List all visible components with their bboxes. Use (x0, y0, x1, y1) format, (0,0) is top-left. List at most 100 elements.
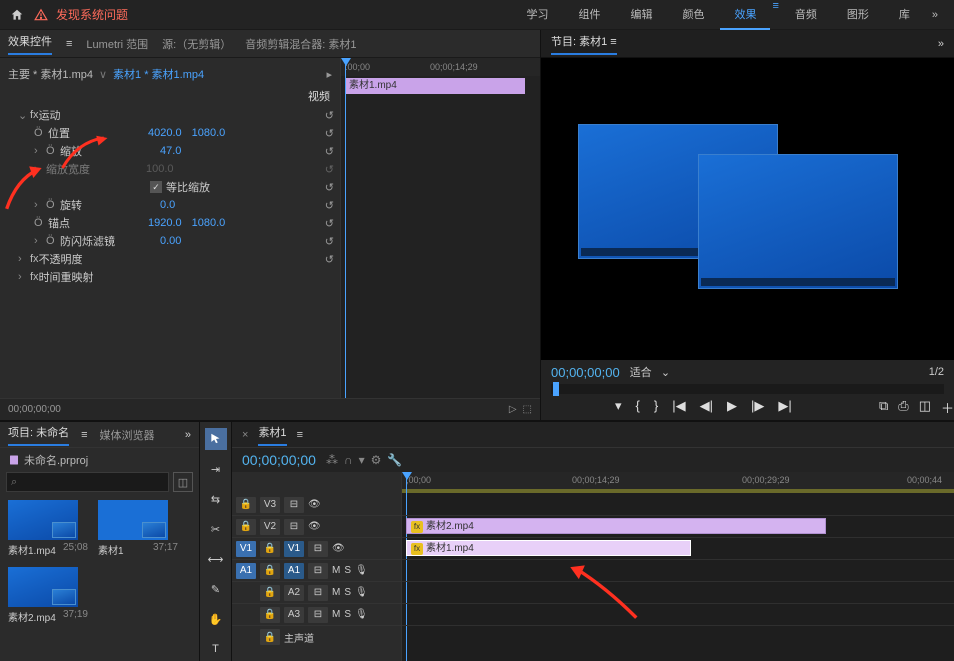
stopwatch-icon[interactable]: Ö (34, 127, 48, 139)
tab-media-browser[interactable]: 媒体浏览器 (100, 427, 155, 443)
workspace-tab-graphics[interactable]: 图形 (833, 0, 883, 30)
reset-scale-icon[interactable]: ↺ (325, 145, 334, 158)
position-x-value[interactable]: 4020.0 (148, 127, 182, 139)
go-to-in-icon[interactable]: |◀ (672, 398, 685, 417)
ripple-edit-tool-icon[interactable]: ⇆ (205, 488, 227, 510)
wrench-icon[interactable]: 🔧 (387, 453, 402, 467)
antiflicker-value[interactable]: 0.00 (160, 235, 181, 247)
add-marker-icon[interactable]: ▾ (615, 398, 622, 417)
project-view-icon[interactable]: ◫ (173, 472, 193, 492)
tab-project[interactable]: 项目: 未命名 (8, 424, 69, 446)
reset-motion-icon[interactable]: ↺ (325, 109, 334, 122)
track-v3[interactable] (402, 494, 954, 516)
track-select-tool-icon[interactable]: ⇥ (205, 458, 227, 480)
razor-tool-icon[interactable]: ✂ (205, 518, 227, 540)
clip-v2[interactable]: fx素材2.mp4 (406, 518, 826, 534)
export-frame-icon[interactable]: ◫ (919, 398, 931, 417)
rotation-row[interactable]: ›Ö 旋转 0.0 ↺ (0, 196, 340, 214)
workspace-tab-learn[interactable]: 学习 (512, 0, 562, 30)
project-bins[interactable]: 素材1.mp425;08 素材137;17 素材2.mp437;19 (0, 492, 199, 661)
program-fit-dropdown[interactable]: 适合 ⌄ (630, 364, 670, 380)
warning-text[interactable]: 发现系统问题 (56, 6, 128, 23)
track-a1[interactable] (402, 560, 954, 582)
ec-footer-icon-2[interactable]: ⬚ (523, 404, 532, 415)
anchor-y-value[interactable]: 1080.0 (192, 217, 226, 229)
track-header-master[interactable]: 🔒 主声道 (232, 626, 401, 648)
track-header-v2[interactable]: 🔒 V2 ⊟👁 (232, 516, 401, 538)
tab-audio-clip-mixer[interactable]: 音频剪辑混合器: 素材1 (245, 36, 356, 52)
workspace-tab-audio[interactable]: 音频 (781, 0, 831, 30)
mark-in-icon[interactable]: { (636, 398, 640, 417)
position-row[interactable]: Ö 位置 4020.0 1080.0 ↺ (0, 124, 340, 142)
workspace-overflow[interactable]: » (924, 5, 946, 25)
workspace-tab-editing[interactable]: 编辑 (616, 0, 666, 30)
timeline-timecode[interactable]: 00;00;00;00 (242, 452, 316, 468)
mini-playhead[interactable] (345, 58, 346, 398)
extract-icon[interactable]: ⎙ (898, 398, 908, 417)
workspace-tab-libraries[interactable]: 库 (885, 0, 924, 30)
scale-value[interactable]: 47.0 (160, 145, 181, 157)
tab-lumetri-scopes[interactable]: Lumetri 范围 (86, 36, 148, 52)
program-resolution-dropdown[interactable]: 1/2 (929, 366, 944, 378)
play-icon[interactable]: ▶ (727, 398, 737, 417)
sync-lock-icon[interactable]: ⊟ (284, 497, 304, 513)
lock-icon[interactable]: 🔒 (236, 497, 256, 513)
track-v2[interactable]: fx素材2.mp4 (402, 516, 954, 538)
clip-v1-selected[interactable]: fx素材1.mp4 (406, 540, 691, 556)
project-search-input[interactable] (6, 472, 169, 492)
sequence-tab[interactable]: 素材1 (258, 424, 286, 446)
uniform-scale-row[interactable]: 等比缩放 ↺ (0, 178, 340, 196)
program-scrubber[interactable] (551, 384, 944, 394)
effect-controls-mini-timeline[interactable]: :00;00 00;00;14;29 素材1.mp4 (340, 58, 540, 398)
track-header-a1[interactable]: A1 🔒 A1 ⊟MS🎙 (232, 560, 401, 582)
program-timecode[interactable]: 00;00;00;00 (551, 365, 620, 380)
mic-icon[interactable]: 🎙 (355, 565, 368, 576)
button-editor-icon[interactable]: ＋ (941, 398, 954, 417)
fx-timeremap-row[interactable]: ›fx 时间重映射 (0, 268, 340, 286)
timeline-settings-icon[interactable]: ⚙ (371, 453, 382, 467)
track-header-v3[interactable]: 🔒 V3 ⊟ 👁 (232, 494, 401, 516)
track-a3[interactable] (402, 604, 954, 626)
anchor-x-value[interactable]: 1920.0 (148, 217, 182, 229)
master-clip-crumb[interactable]: 主要 * 素材1.mp4 (8, 66, 93, 82)
track-v1[interactable]: fx素材1.mp4 (402, 538, 954, 560)
workspace-tab-effects[interactable]: 效果 (720, 0, 770, 30)
fx-motion-row[interactable]: ⌄fx 运动 ↺ (0, 106, 340, 124)
tab-source-noclip[interactable]: 源:（无剪辑） (162, 36, 231, 52)
bin-item[interactable]: 素材1.mp425;08 (8, 500, 88, 557)
track-target-v1[interactable]: V1 (284, 541, 304, 557)
workspace-tab-assembly[interactable]: 组件 (564, 0, 614, 30)
lift-icon[interactable]: ⧉ (879, 398, 888, 417)
bin-item[interactable]: 素材2.mp437;19 (8, 567, 88, 624)
rotation-value[interactable]: 0.0 (160, 199, 175, 211)
bin-item[interactable]: 素材137;17 (98, 500, 178, 557)
ec-footer-icon-1[interactable]: ▷ (509, 404, 517, 415)
hand-tool-icon[interactable]: ✋ (205, 608, 227, 630)
position-y-value[interactable]: 1080.0 (192, 127, 226, 139)
step-back-icon[interactable]: ◀| (700, 398, 713, 417)
workspace-tab-color[interactable]: 颜色 (668, 0, 718, 30)
type-tool-icon[interactable]: T (205, 638, 227, 660)
reset-position-icon[interactable]: ↺ (325, 127, 334, 140)
scale-row[interactable]: ›Ö 缩放 47.0 ↺ (0, 142, 340, 160)
track-header-a3[interactable]: 🔒 A3 ⊟MS🎙 (232, 604, 401, 626)
step-forward-icon[interactable]: |▶ (751, 398, 764, 417)
mini-clip-bar[interactable]: 素材1.mp4 (345, 78, 525, 94)
go-to-out-icon[interactable]: ▶| (778, 398, 791, 417)
timeline-tracks-area[interactable]: ;00;00 00;00;14;29 00;00;29;29 00;00;44 … (402, 472, 954, 661)
marker-icon[interactable]: ▾ (359, 453, 365, 467)
pen-tool-icon[interactable]: ✎ (205, 578, 227, 600)
slip-tool-icon[interactable]: ⟷ (205, 548, 227, 570)
snap-icon[interactable]: ⁂ (326, 453, 338, 467)
track-a2[interactable] (402, 582, 954, 604)
eye-icon[interactable]: 👁 (308, 499, 322, 510)
tab-effect-controls[interactable]: 效果控件 (8, 33, 52, 55)
mark-out-icon[interactable]: } (654, 398, 658, 417)
anchor-row[interactable]: Ö 锚点 1920.0 1080.0 ↺ (0, 214, 340, 232)
fx-opacity-row[interactable]: ›fx 不透明度 ↺ (0, 250, 340, 268)
home-icon[interactable] (8, 6, 26, 24)
source-patch-a1[interactable]: A1 (236, 563, 256, 579)
antiflicker-row[interactable]: ›Ö 防闪烁滤镜 0.00 ↺ (0, 232, 340, 250)
program-monitor[interactable] (541, 58, 954, 360)
track-header-a2[interactable]: 🔒 A2 ⊟MS🎙 (232, 582, 401, 604)
